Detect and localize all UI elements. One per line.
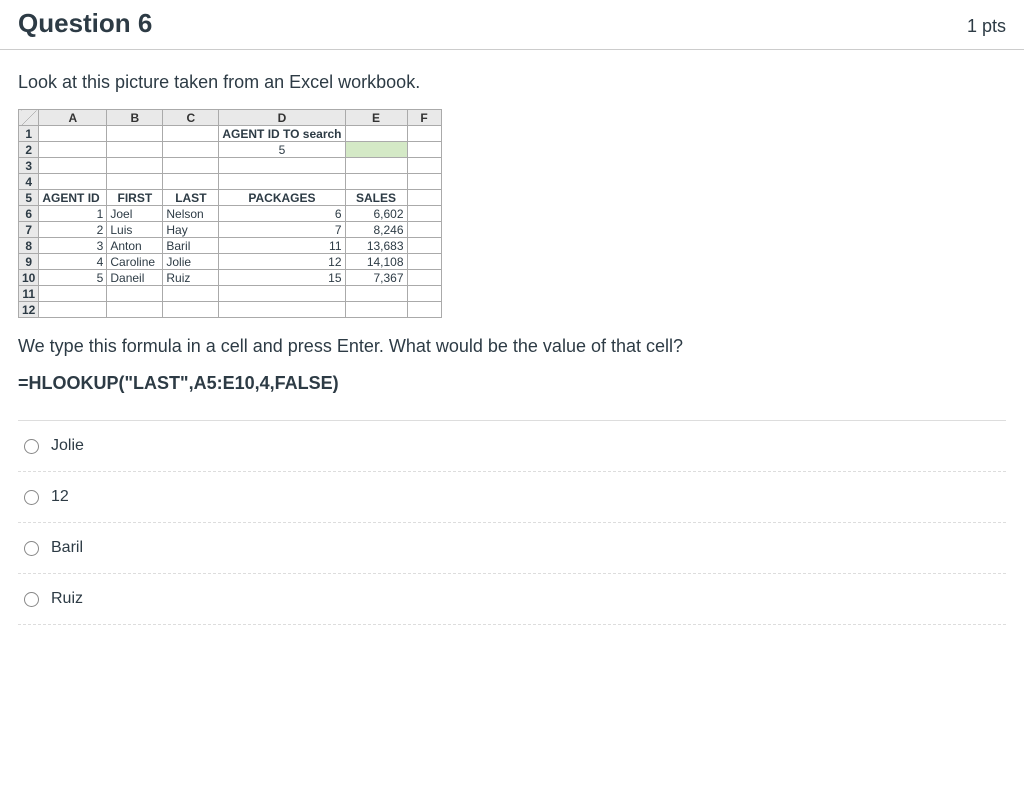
answer-list: Jolie 12 Baril Ruiz <box>18 420 1006 625</box>
cell-d1: AGENT ID TO search <box>219 126 345 142</box>
cell-b5: FIRST <box>107 190 163 206</box>
excel-screenshot: A B C D E F 1 AGENT ID TO search 2 5 3 4… <box>18 109 442 318</box>
question-body: Look at this picture taken from an Excel… <box>0 50 1024 635</box>
radio-icon <box>24 541 39 556</box>
answer-label: Ruiz <box>51 590 83 608</box>
row-header: 12 <box>19 302 39 318</box>
answer-label: Jolie <box>51 437 84 455</box>
question-title: Question 6 <box>18 8 152 39</box>
cell-d5: PACKAGES <box>219 190 345 206</box>
excel-corner <box>19 110 39 126</box>
table-row: 6 1 Joel Nelson 6 6,602 <box>19 206 442 222</box>
answer-option[interactable]: Baril <box>18 523 1006 574</box>
col-header-a: A <box>39 110 107 126</box>
col-header-e: E <box>345 110 407 126</box>
question-header-bar: Question 6 1 pts <box>0 0 1024 50</box>
radio-icon <box>24 490 39 505</box>
row-header: 1 <box>19 126 39 142</box>
cell-e2-highlight <box>345 142 407 158</box>
cell-a5: AGENT ID <box>39 190 107 206</box>
table-row: 7 2 Luis Hay 7 8,246 <box>19 222 442 238</box>
table-row: 10 5 Daneil Ruiz 15 7,367 <box>19 270 442 286</box>
table-row: 9 4 Caroline Jolie 12 14,108 <box>19 254 442 270</box>
answer-option[interactable]: 12 <box>18 472 1006 523</box>
row-header: 5 <box>19 190 39 206</box>
answer-label: 12 <box>51 488 69 506</box>
answer-option[interactable]: Jolie <box>18 421 1006 472</box>
question-stem-line1: Look at this picture taken from an Excel… <box>18 72 1006 93</box>
question-formula: =HLOOKUP("LAST",A5:E10,4,FALSE) <box>18 373 1006 394</box>
answer-label: Baril <box>51 539 83 557</box>
col-header-c: C <box>163 110 219 126</box>
cell-d2: 5 <box>219 142 345 158</box>
question-stem-line2: We type this formula in a cell and press… <box>18 336 1006 357</box>
radio-icon <box>24 439 39 454</box>
cell-c5: LAST <box>163 190 219 206</box>
answer-option[interactable]: Ruiz <box>18 574 1006 625</box>
radio-icon <box>24 592 39 607</box>
table-row: 8 3 Anton Baril 11 13,683 <box>19 238 442 254</box>
col-header-d: D <box>219 110 345 126</box>
row-header: 3 <box>19 158 39 174</box>
question-points: 1 pts <box>967 16 1006 37</box>
col-header-f: F <box>407 110 441 126</box>
row-header: 4 <box>19 174 39 190</box>
row-header: 11 <box>19 286 39 302</box>
col-header-b: B <box>107 110 163 126</box>
cell-e5: SALES <box>345 190 407 206</box>
row-header: 2 <box>19 142 39 158</box>
